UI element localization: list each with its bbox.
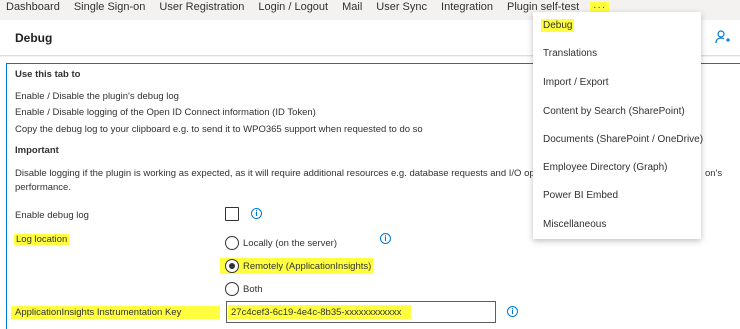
enable-debug-info-icon[interactable]: i	[251, 208, 262, 219]
dropdown-item-miscellaneous[interactable]: Miscellaneous	[533, 211, 701, 239]
instr-key-info-icon[interactable]: i	[507, 306, 518, 317]
page-title: Debug	[15, 31, 53, 45]
radio-remotely-label: Remotely (ApplicationInsights)	[243, 261, 372, 272]
dropdown-item-translations[interactable]: Translations	[533, 40, 701, 68]
nav-integration[interactable]: Integration	[434, 0, 500, 15]
important-text-tail: on's	[705, 168, 723, 179]
log-location-info-icon[interactable]: i	[380, 233, 391, 244]
nav-user-registration[interactable]: User Registration	[152, 0, 251, 15]
use-line-2: Enable / Disable logging of the Open ID …	[15, 107, 316, 118]
dropdown-item-employee-directory[interactable]: Employee Directory (Graph)	[533, 154, 701, 182]
dropdown-item-content-by-search[interactable]: Content by Search (SharePoint)	[533, 98, 701, 126]
use-tab-heading: Use this tab to	[15, 69, 81, 80]
dropdown-item-debug-label: Debug	[541, 19, 575, 32]
enable-debug-label: Enable debug log	[15, 210, 89, 221]
nav-dashboard[interactable]: Dashboard	[0, 0, 67, 15]
important-heading: Important	[15, 145, 59, 156]
radio-locally-label: Locally (on the server)	[243, 238, 337, 249]
use-line-3: Copy the debug log to your clipboard e.g…	[15, 124, 423, 135]
radio-locally[interactable]	[225, 236, 239, 250]
instr-key-label: ApplicationInsights Instrumentation Key	[15, 307, 182, 318]
nav-mail[interactable]: Mail	[335, 0, 369, 15]
dropdown-item-import-export[interactable]: Import / Export	[533, 69, 701, 97]
more-tabs-dropdown: Debug Translations Import / Export Conte…	[533, 12, 703, 239]
dropdown-item-power-bi-embed[interactable]: Power BI Embed	[533, 182, 701, 210]
instr-key-input[interactable]	[228, 305, 411, 319]
nav-login-logout[interactable]: Login / Logout	[251, 0, 335, 15]
dropdown-item-debug[interactable]: Debug	[533, 12, 701, 40]
dropdown-item-documents[interactable]: Documents (SharePoint / OneDrive)	[533, 126, 703, 154]
enable-debug-checkbox[interactable]	[225, 207, 239, 221]
use-line-1: Enable / Disable the plugin's debug log	[15, 91, 179, 102]
nav-user-sync[interactable]: User Sync	[369, 0, 434, 15]
radio-both[interactable]	[225, 282, 239, 296]
nav-single-sign-on[interactable]: Single Sign-on	[67, 0, 153, 15]
instr-key-field[interactable]	[226, 301, 496, 323]
person-settings-icon[interactable]	[715, 29, 731, 45]
important-text: Disable logging if the plugin is working…	[15, 168, 582, 179]
radio-remotely[interactable]	[225, 259, 239, 273]
radio-both-label: Both	[243, 284, 263, 295]
important-text-2: performance.	[15, 182, 71, 193]
log-location-label: Log location	[14, 234, 70, 245]
